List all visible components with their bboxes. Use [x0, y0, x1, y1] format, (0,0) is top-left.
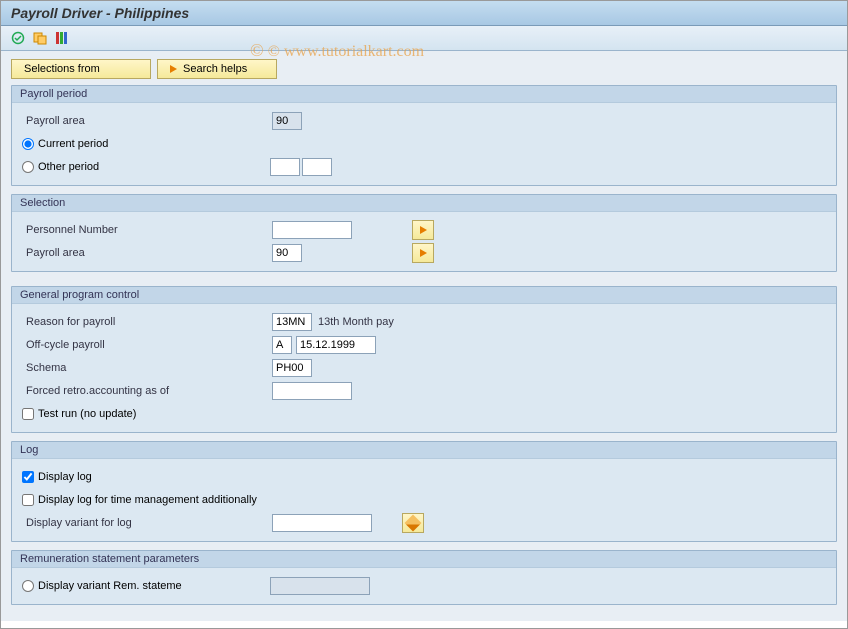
- log-variant-field[interactable]: [272, 514, 372, 532]
- rem-title: Remuneration statement parameters: [12, 551, 836, 568]
- retro-field[interactable]: [272, 382, 352, 400]
- current-period-label: Current period: [38, 138, 108, 150]
- color-bars-icon[interactable]: [53, 29, 71, 47]
- payroll-period-group: Payroll period Payroll area Current peri…: [11, 85, 837, 186]
- personnel-number-field[interactable]: [272, 221, 352, 239]
- log-variant-label: Display variant for log: [22, 517, 272, 529]
- arrow-right-icon: [420, 249, 427, 257]
- search-helps-button[interactable]: Search helps: [157, 59, 277, 79]
- reason-label: Reason for payroll: [22, 316, 272, 328]
- gpc-group: General program control Reason for payro…: [11, 286, 837, 433]
- payroll-area-label: Payroll area: [22, 115, 272, 127]
- selection-group: Selection Personnel Number Payroll area: [11, 194, 837, 272]
- offcycle-date-field[interactable]: [296, 336, 376, 354]
- payroll-period-title: Payroll period: [12, 86, 836, 103]
- sel-payroll-area-label: Payroll area: [22, 247, 272, 259]
- current-period-radio[interactable]: [22, 138, 34, 150]
- retro-label: Forced retro.accounting as of: [22, 385, 272, 397]
- testrun-checkbox[interactable]: [22, 408, 34, 420]
- other-period-field-2[interactable]: [302, 158, 332, 176]
- log-title: Log: [12, 442, 836, 459]
- selections-from-button[interactable]: Selections from: [11, 59, 151, 79]
- personnel-number-label: Personnel Number: [22, 224, 272, 236]
- other-period-label: Other period: [38, 161, 270, 173]
- execute-icon[interactable]: [9, 29, 27, 47]
- area-multiple-button[interactable]: [412, 243, 434, 263]
- variant-icon[interactable]: [31, 29, 49, 47]
- rem-variant-field[interactable]: [270, 577, 370, 595]
- schema-label: Schema: [22, 362, 272, 374]
- app-toolbar: [1, 26, 847, 51]
- rem-variant-radio[interactable]: [22, 580, 34, 592]
- display-time-log-checkbox[interactable]: [22, 494, 34, 506]
- pencil-icon: [405, 515, 422, 532]
- testrun-label: Test run (no update): [38, 408, 136, 420]
- pernr-multiple-button[interactable]: [412, 220, 434, 240]
- selection-title: Selection: [12, 195, 836, 212]
- button-row: Selections from Search helps: [11, 59, 837, 79]
- main-content: Selections from Search helps Payroll per…: [1, 51, 847, 621]
- reason-text: 13th Month pay: [318, 316, 394, 328]
- arrow-right-icon: [420, 226, 427, 234]
- other-period-radio[interactable]: [22, 161, 34, 173]
- schema-field[interactable]: [272, 359, 312, 377]
- reason-code-field[interactable]: [272, 313, 312, 331]
- offcycle-code-field[interactable]: [272, 336, 292, 354]
- display-log-label: Display log: [38, 471, 92, 483]
- window-title: Payroll Driver - Philippines: [1, 1, 847, 26]
- payroll-area-field[interactable]: [272, 112, 302, 130]
- offcycle-label: Off-cycle payroll: [22, 339, 272, 351]
- other-period-field-1[interactable]: [270, 158, 300, 176]
- display-log-checkbox[interactable]: [22, 471, 34, 483]
- log-group: Log Display log Display log for time man…: [11, 441, 837, 542]
- rem-variant-label: Display variant Rem. stateme: [38, 580, 270, 592]
- gpc-title: General program control: [12, 287, 836, 304]
- arrow-right-icon: [170, 65, 177, 73]
- sel-payroll-area-field[interactable]: [272, 244, 302, 262]
- search-helps-label: Search helps: [183, 63, 247, 75]
- edit-variant-button[interactable]: [402, 513, 424, 533]
- rem-group: Remuneration statement parameters Displa…: [11, 550, 837, 605]
- display-time-log-label: Display log for time management addition…: [38, 494, 257, 506]
